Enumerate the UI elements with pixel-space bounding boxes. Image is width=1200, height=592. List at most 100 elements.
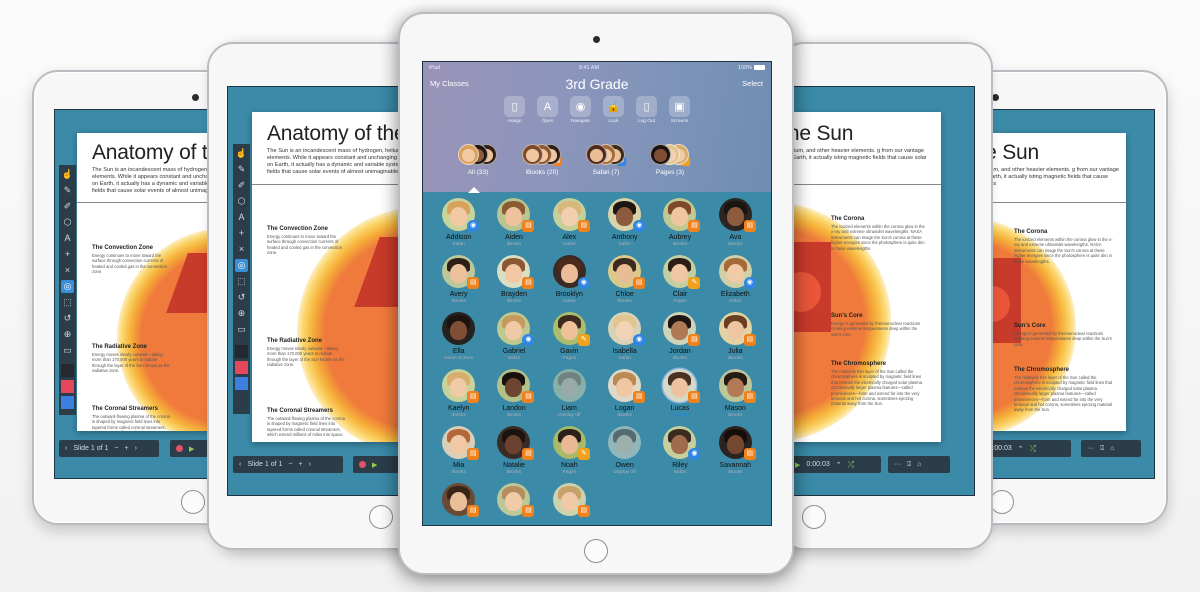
pointer-icon[interactable]: ◎ <box>61 280 74 293</box>
prev-slide-button[interactable]: ‹ <box>65 445 67 452</box>
shuffle-icon[interactable]: ⤮ <box>1030 444 1036 454</box>
minus-button[interactable]: − <box>114 445 118 452</box>
student-tile[interactable]: ▤ Aiden iBooks <box>486 198 541 247</box>
chevron-up-icon[interactable]: ⌃ <box>836 461 842 469</box>
student-tile[interactable]: ▤ Savannah iBooks <box>708 426 763 475</box>
zoom-icon[interactable]: ⊕ <box>235 307 248 320</box>
select-icon[interactable]: ⬚ <box>61 296 74 309</box>
export-icon[interactable]: ⍗ <box>1100 445 1104 453</box>
student-tile[interactable]: ▤ Chloe iBooks <box>597 255 652 304</box>
student-tile[interactable]: ✎ Clair Pages <box>652 255 707 304</box>
student-tile[interactable]: ▤ Mason iBooks <box>708 369 763 418</box>
student-tile[interactable]: ▤ <box>486 483 541 517</box>
plus-button[interactable]: + <box>124 445 128 452</box>
select-button[interactable]: Select <box>742 79 763 88</box>
tool-icon[interactable]: ☝ <box>61 168 74 181</box>
student-tile[interactable]: ▤ Mia iBooks <box>431 426 486 475</box>
home-icon[interactable]: ⌂ <box>917 461 921 468</box>
group-tab[interactable]: All (33) <box>453 142 503 176</box>
student-tile[interactable]: ▤ Natalie iBooks <box>486 426 541 475</box>
pointer-icon[interactable]: ◎ <box>235 259 248 272</box>
home-button[interactable] <box>990 490 1014 514</box>
next-slide-button[interactable]: › <box>135 445 137 452</box>
color-swatch-red[interactable] <box>235 361 248 374</box>
delete-icon[interactable]: × <box>235 243 248 256</box>
export-icon[interactable]: ⍗ <box>907 461 911 469</box>
student-tile[interactable]: Owen Display off <box>597 426 652 475</box>
text-icon[interactable]: A <box>235 211 248 224</box>
student-tile[interactable]: ▤ Aubrey iBooks <box>652 198 707 247</box>
student-tile[interactable]: ◉ Brooklyn Safari <box>542 255 597 304</box>
zoom-icon[interactable]: ⊕ <box>61 328 74 341</box>
pencil-icon[interactable]: ✐ <box>235 179 248 192</box>
color-swatch-blue[interactable] <box>235 377 248 390</box>
student-tile[interactable]: ◉ Gabriel Safari <box>486 312 541 361</box>
group-tab[interactable]: ◉ Safari (7) <box>581 142 631 176</box>
student-tile[interactable]: ▤ Jordan iBooks <box>652 312 707 361</box>
student-tile[interactable]: ▤ Ava iBooks <box>708 198 763 247</box>
prev-slide-button[interactable]: ‹ <box>239 461 241 468</box>
shapes-icon[interactable]: ⬡ <box>61 216 74 229</box>
student-tile[interactable]: Ella Home Screen <box>431 312 486 361</box>
student-tile[interactable]: Liam Display off <box>542 369 597 418</box>
action-log-out-button[interactable]: ▯ Log Out <box>636 96 658 124</box>
action-navigate-button[interactable]: ◉ Navigate <box>570 96 592 124</box>
color-swatch-black[interactable] <box>61 364 74 377</box>
student-tile[interactable]: ▤ Kaelyn iBooks <box>431 369 486 418</box>
record-icon[interactable] <box>359 461 366 468</box>
pen-icon[interactable]: ✎ <box>61 184 74 197</box>
home-button[interactable] <box>369 505 393 529</box>
student-tile[interactable]: ▤ Landon iBooks <box>486 369 541 418</box>
shapes-icon[interactable]: ⬡ <box>235 195 248 208</box>
add-icon[interactable]: + <box>61 248 74 261</box>
student-tile[interactable]: ▤ Logan iBooks <box>597 369 652 418</box>
pen-icon[interactable]: ✎ <box>235 163 248 176</box>
undo-icon[interactable]: ↺ <box>235 291 248 304</box>
student-tile[interactable]: ▤ Avery iBooks <box>431 255 486 304</box>
next-slide-button[interactable]: › <box>309 461 311 468</box>
play-icon[interactable]: ▶ <box>189 445 194 453</box>
student-tile[interactable]: ▤ Brayden iBooks <box>486 255 541 304</box>
pencil-icon[interactable]: ✐ <box>61 200 74 213</box>
screen-icon[interactable]: ▭ <box>61 344 74 357</box>
undo-icon[interactable]: ↺ <box>61 312 74 325</box>
action-screens-button[interactable]: ▣ Screens <box>669 96 691 124</box>
action-assign-button[interactable]: ▯ Assign <box>504 96 526 124</box>
play-icon[interactable]: ▶ <box>795 461 800 469</box>
select-icon[interactable]: ⬚ <box>235 275 248 288</box>
color-swatch-red[interactable] <box>61 380 74 393</box>
student-tile[interactable]: ▤ <box>431 483 486 517</box>
student-tile[interactable]: ◉ Anthony Safari <box>597 198 652 247</box>
plus-button[interactable]: + <box>298 461 302 468</box>
delete-icon[interactable]: × <box>61 264 74 277</box>
home-button[interactable] <box>584 539 608 563</box>
student-tile[interactable]: ◉ Elizabeth Safari <box>708 255 763 304</box>
student-tile[interactable]: ✎ Gavin Pages <box>542 312 597 361</box>
student-tile[interactable]: ✎ Noah Pages <box>542 426 597 475</box>
group-tab[interactable]: ✎ Pages (3) <box>645 142 695 176</box>
home-button[interactable] <box>802 505 826 529</box>
student-tile[interactable]: ▤ <box>542 483 597 517</box>
action-lock-button[interactable]: 🔒 Lock <box>603 96 625 124</box>
shuffle-icon[interactable]: ⤮ <box>848 460 854 470</box>
group-tab[interactable]: ▤ iBooks (20) <box>517 142 567 176</box>
minus-button[interactable]: − <box>288 461 292 468</box>
action-open-button[interactable]: A Open <box>537 96 559 124</box>
student-tile[interactable]: ◉ Isabella Safari <box>597 312 652 361</box>
student-tile[interactable]: ▤ Alex Safari <box>542 198 597 247</box>
student-tile[interactable]: ▤ Lucas AirPlay <box>652 369 707 418</box>
record-icon[interactable] <box>176 445 183 452</box>
home-button[interactable] <box>181 490 205 514</box>
more-button[interactable]: ··· <box>1087 445 1094 452</box>
tool-icon[interactable]: ☝ <box>235 147 248 160</box>
add-icon[interactable]: + <box>235 227 248 240</box>
student-tile[interactable]: ◉ Addison Safari <box>431 198 486 247</box>
student-tile[interactable]: ◉ Riley Safari <box>652 426 707 475</box>
play-icon[interactable]: ▶ <box>372 461 377 469</box>
color-swatch-black[interactable] <box>235 345 248 358</box>
chevron-up-icon[interactable]: ⌃ <box>1018 445 1024 453</box>
more-button[interactable]: ··· <box>894 461 901 468</box>
screen-icon[interactable]: ▭ <box>235 323 248 336</box>
home-icon[interactable]: ⌂ <box>1110 445 1114 452</box>
text-icon[interactable]: A <box>61 232 74 245</box>
